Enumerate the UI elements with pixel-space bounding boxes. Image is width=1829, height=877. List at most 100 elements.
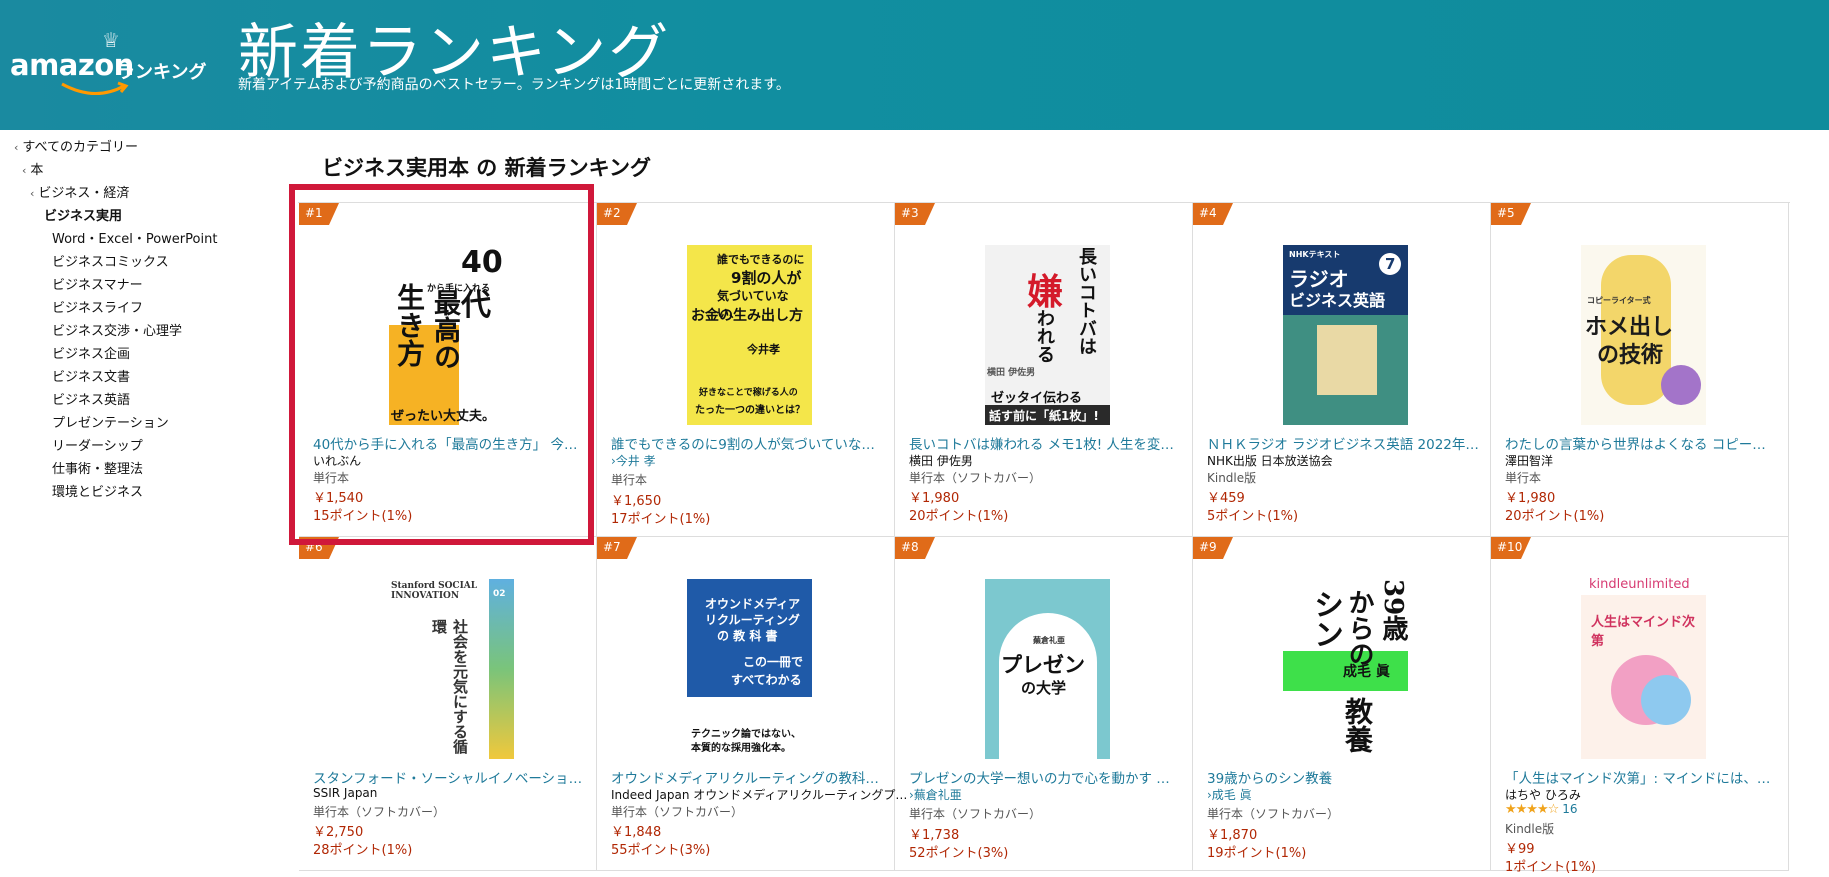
book-cover[interactable]: 39歳 からの シン 成毛 眞 教養: [1283, 579, 1408, 759]
sidebar-item-work-methods[interactable]: 仕事術・整理法: [52, 458, 143, 477]
sidebar-item-business-english[interactable]: ビジネス英語: [52, 389, 130, 408]
rank-badge: #10: [1491, 537, 1531, 559]
book-title-link[interactable]: プレゼンの大学ー想いの力で心を動かす …: [909, 767, 1181, 787]
book-points: 20ポイント(1%): [1505, 509, 1605, 524]
book-format: 単行本（ソフトカバー）: [313, 805, 446, 819]
logo-word: amazon: [10, 48, 134, 82]
book-author: Indeed Japan オウンドメディアリクルーティングプ…: [611, 788, 908, 802]
book-format: 単行本（ソフトカバー）: [611, 805, 744, 819]
book-author: SSIR Japan: [313, 786, 378, 800]
book-price: ￥1,738: [909, 828, 960, 843]
ranking-item[interactable]: #3 長いコトバは 嫌 われる 横田 伊佐男 ゼッタイ伝わる 話す前に「紙1枚」…: [895, 203, 1193, 537]
book-cover[interactable]: 長いコトバは 嫌 われる 横田 伊佐男 ゼッタイ伝わる 話す前に「紙1枚」!: [985, 245, 1110, 425]
book-points: 55ポイント(3%): [611, 843, 711, 858]
book-author-link[interactable]: ›今井 孝: [611, 452, 656, 469]
rank-badge: #7: [597, 537, 637, 559]
sidebar-item-business-economy[interactable]: ‹ ビジネス・経済: [30, 182, 129, 201]
book-format: 単行本（ソフトカバー）: [909, 471, 1042, 485]
book-points: 19ポイント(1%): [1207, 846, 1307, 861]
sidebar-item-business-manners[interactable]: ビジネスマナー: [52, 274, 143, 293]
book-format: 単行本: [611, 473, 648, 487]
star-rating-icon: ★★★★☆: [1505, 802, 1559, 817]
sidebar-item-word-excel[interactable]: Word・Excel・PowerPoint: [52, 228, 217, 247]
book-format: Kindle版: [1207, 471, 1257, 485]
book-points: 1ポイント(1%): [1505, 860, 1597, 875]
book-title-link[interactable]: 39歳からのシン教養: [1207, 767, 1479, 787]
ranking-item[interactable]: #9 39歳 からの シン 成毛 眞 教養 39歳からのシン教養 ›成毛 眞 単…: [1193, 537, 1491, 871]
book-title-link[interactable]: ＮＨＫラジオ ラジオビジネス英語 2022年 7…: [1207, 433, 1479, 453]
book-cover[interactable]: Stanford SOCIAL INNOVATION 02 社会を元気にする循環: [389, 579, 514, 759]
sidebar-item-books[interactable]: ‹ 本: [22, 159, 43, 178]
sidebar-item-planning[interactable]: ビジネス企画: [52, 343, 130, 362]
book-title-link[interactable]: オウンドメディアリクルーティングの教科書…: [611, 767, 883, 787]
review-count[interactable]: 16: [1562, 802, 1577, 816]
ranking-item[interactable]: #5 コピーライター式 ホメ出し の技術 わたしの言葉から世界はよくなる コピー…: [1491, 203, 1789, 537]
book-points: 5ポイント(1%): [1207, 509, 1299, 524]
ranking-item[interactable]: #10 kindleunlimited 人生はマインド次第 「人生はマインド次第…: [1491, 537, 1789, 875]
book-title-link[interactable]: 長いコトバは嫌われる メモ1枚! 人生を変え…: [909, 433, 1181, 453]
book-cover[interactable]: NHKテキスト ラジオ ビジネス英語 7: [1283, 245, 1408, 425]
sidebar-item-business-docs[interactable]: ビジネス文書: [52, 366, 130, 385]
book-points: 17ポイント(1%): [611, 512, 711, 527]
page-subtitle: 新着アイテムおよび予約商品のベストセラー。ランキングは1時間ごとに更新されます。: [238, 77, 790, 93]
sidebar-item-business-comics[interactable]: ビジネスコミックス: [52, 251, 169, 270]
sidebar-item-environment[interactable]: 環境とビジネス: [52, 481, 143, 500]
book-price: ￥1,870: [1207, 828, 1258, 843]
page-header: ♕ amazon ランキング 新着ランキング 新着アイテムおよび予約商品のベスト…: [0, 0, 1829, 130]
book-author: 横田 伊佐男: [909, 454, 973, 468]
ranking-item[interactable]: #4 NHKテキスト ラジオ ビジネス英語 7 ＮＨＫラジオ ラジオビジネス英語…: [1193, 203, 1491, 537]
book-title-link[interactable]: 誰でもできるのに9割の人が気づいていない…: [611, 433, 883, 453]
sidebar-item-business-life[interactable]: ビジネスライフ: [52, 297, 143, 316]
rank-badge: #8: [895, 537, 935, 559]
sidebar-item-all-categories[interactable]: ‹ すべてのカテゴリー: [14, 136, 138, 155]
book-cover[interactable]: オウンドメディア リクルーティング の 教 科 書 この一冊で すべてわかる テ…: [687, 579, 812, 759]
book-points: 20ポイント(1%): [909, 509, 1009, 524]
book-format: 単行本（ソフトカバー）: [909, 807, 1042, 821]
book-cover[interactable]: 誰でもできるのに 9割の人が 気づいていない、 お金の生み出し方 今井孝 好きな…: [687, 245, 812, 425]
ranking-item[interactable]: #6 Stanford SOCIAL INNOVATION 02 社会を元気にす…: [299, 537, 597, 871]
amazon-ranking-logo[interactable]: ♕ amazon ランキング: [10, 28, 225, 108]
book-format: 単行本（ソフトカバー）: [1207, 807, 1340, 821]
ranking-item[interactable]: #8 蕪倉礼亜 プレゼン の大学 プレゼンの大学ー想いの力で心を動かす … ›蕪…: [895, 537, 1193, 871]
sidebar-item-presentation[interactable]: プレゼンテーション: [52, 412, 169, 431]
book-points: 28ポイント(1%): [313, 843, 413, 858]
book-author: 澤田智洋: [1505, 454, 1554, 468]
rank-badge: #2: [597, 203, 637, 225]
book-title-link[interactable]: わたしの言葉から世界はよくなる コピーライ…: [1505, 433, 1777, 453]
book-points: 52ポイント(3%): [909, 846, 1009, 861]
book-price: ￥1,980: [1505, 491, 1556, 506]
book-author-link[interactable]: ›蕪倉礼亜: [909, 786, 962, 803]
book-title-link[interactable]: スタンフォード・ソーシャルイノベーション…: [313, 767, 585, 787]
book-price: ￥459: [1207, 491, 1245, 506]
ranking-item[interactable]: #2 誰でもできるのに 9割の人が 気づいていない、 お金の生み出し方 今井孝 …: [597, 203, 895, 537]
book-cover[interactable]: 蕪倉礼亜 プレゼン の大学: [985, 579, 1110, 759]
chevron-left-icon: ‹: [30, 187, 35, 200]
ranking-item[interactable]: #7 オウンドメディア リクルーティング の 教 科 書 この一冊で すべてわか…: [597, 537, 907, 871]
book-author: はちや ひろみ: [1505, 788, 1581, 802]
book-format: 単行本: [1505, 471, 1542, 485]
smile-arrow-icon: [61, 81, 129, 96]
chevron-left-icon: ‹: [14, 141, 19, 154]
book-cover[interactable]: コピーライター式 ホメ出し の技術: [1581, 245, 1706, 425]
book-price: ￥99: [1505, 842, 1535, 857]
book-author-link[interactable]: ›成毛 眞: [1207, 786, 1252, 803]
rank-badge: #3: [895, 203, 935, 225]
logo-sub: ランキング: [117, 62, 207, 83]
section-title: ビジネス実用本 の 新着ランキング: [322, 156, 651, 180]
book-price: ￥1,848: [611, 825, 662, 840]
sidebar-item-negotiation[interactable]: ビジネス交渉・心理学: [52, 320, 182, 339]
rating-row[interactable]: ★★★★☆ 16: [1505, 802, 1578, 817]
book-cover[interactable]: 人生はマインド次第: [1581, 595, 1706, 759]
book-author: NHK出版 日本放送協会: [1207, 454, 1333, 468]
sidebar-item-leadership[interactable]: リーダーシップ: [52, 435, 143, 454]
rank-badge: #5: [1491, 203, 1531, 225]
category-sidebar: ‹ すべてのカテゴリー ‹ 本 ‹ ビジネス・経済 ビジネス実用 Word・Excel…: [0, 130, 290, 877]
kindle-unlimited-badge: kindleunlimited: [1589, 577, 1690, 592]
sidebar-item-business-practical: ビジネス実用: [44, 209, 123, 224]
rank-badge: #4: [1193, 203, 1233, 225]
book-title-link[interactable]: 「人生はマインド次第」: マインドには、か…: [1505, 767, 1777, 787]
book-price: ￥1,980: [909, 491, 960, 506]
rank-badge: #9: [1193, 537, 1233, 559]
book-price: ￥1,650: [611, 494, 662, 509]
chevron-left-icon: ‹: [22, 164, 27, 177]
